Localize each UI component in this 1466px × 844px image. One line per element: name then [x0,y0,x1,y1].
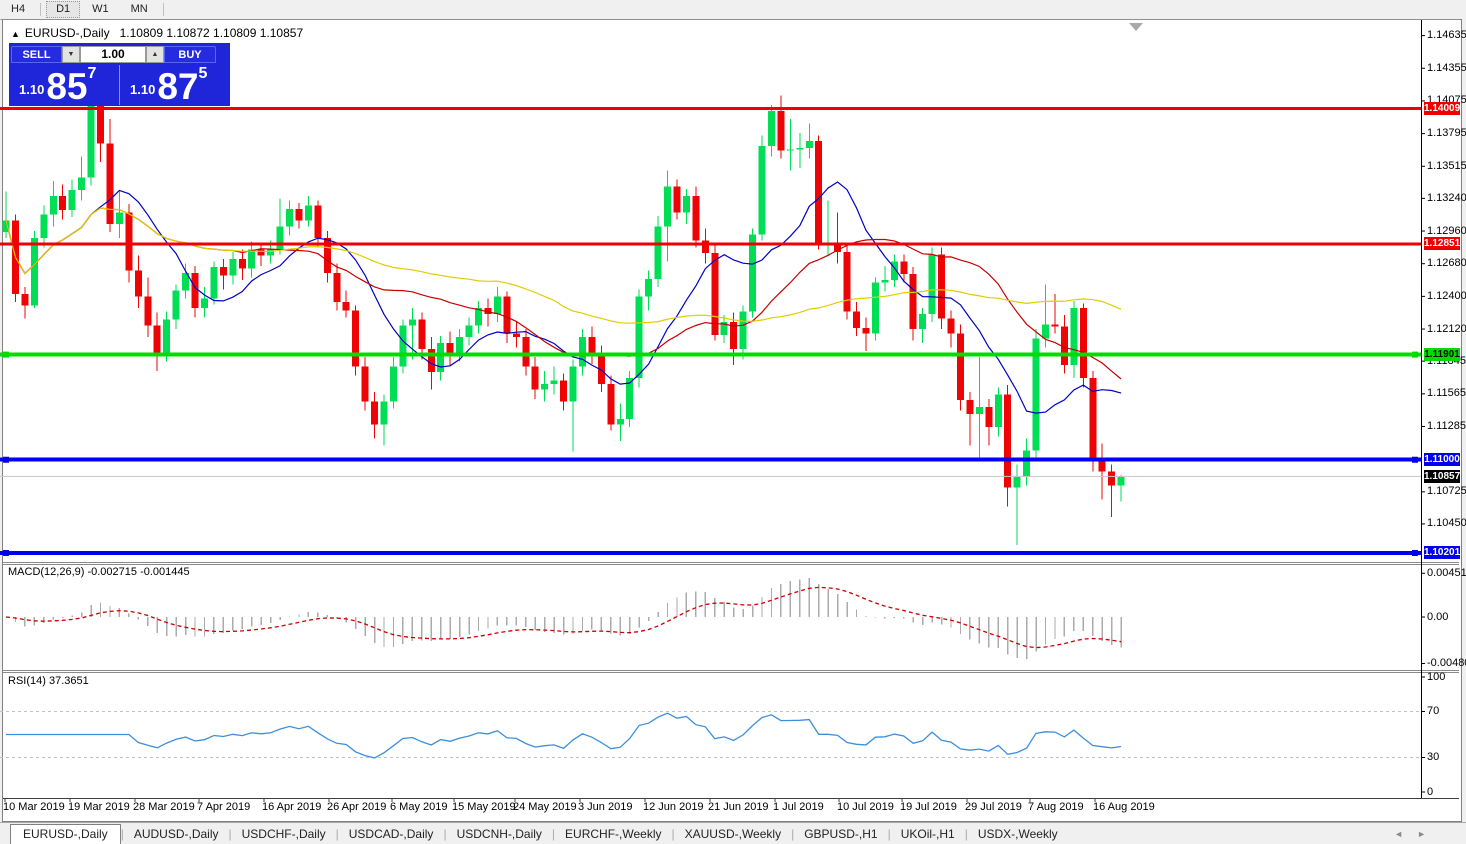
date-label: 10 Jul 2019 [837,801,894,813]
macd-axis-label: 0.004517 [1427,566,1466,579]
rsi-axis-label: 100 [1427,670,1446,683]
macd-axis-label: -0.004806 [1427,657,1466,670]
date-label: 21 Jun 2019 [708,801,769,813]
date-label: 16 Aug 2019 [1093,801,1155,813]
macd-indicator-label: MACD(12,26,9) -0.002715 -0.001445 [8,566,190,578]
chart-symbol-label: EURUSD-,Daily [24,26,110,40]
macd-axis-label: 0.00 [1427,610,1449,623]
price-tick-label: 1.13240 [1427,191,1466,204]
level-price-badge: 1.11000 [1424,453,1460,467]
rsi-axis-label: 70 [1427,705,1440,717]
chart-canvas[interactable] [0,0,1466,844]
date-label: 19 Jul 2019 [900,801,957,813]
price-tick-label: 1.14355 [1427,61,1466,74]
level-price-badge: 1.14009 [1424,102,1461,116]
sell-price-pip: 7 [87,65,97,82]
price-tick-label: 1.12960 [1427,224,1466,237]
price-tick-label: 1.12680 [1427,257,1466,270]
price-tick-label: 1.10725 [1427,485,1466,498]
date-label: 1 Jul 2019 [773,801,824,813]
price-tick-label: 1.14635 [1427,29,1466,42]
level-price-badge: 1.11901 [1424,348,1460,362]
date-label: 28 Mar 2019 [133,801,195,813]
level-price-badge: 1.12851 [1424,237,1461,251]
volume-increase-button[interactable]: ▲ [146,46,164,63]
rsi-axis-label: 0 [1427,785,1434,798]
date-label: 19 Mar 2019 [68,801,130,813]
sell-price-main: 85 [46,66,88,107]
current-price-badge: 1.10857 [1424,469,1461,483]
level-price-badge: 1.10201 [1424,546,1461,560]
date-label: 16 Apr 2019 [262,801,322,813]
date-label: 7 Apr 2019 [197,801,251,813]
date-label: 7 Aug 2019 [1028,801,1084,813]
trading-terminal-window: H4 D1 W1 MN ▲ EURUSD-,Daily 1.10809 1.1087… [0,0,1466,844]
date-label: 10 Mar 2019 [3,801,65,813]
chart-title: ▲ EURUSD-,Daily 1.10809 1.10872 1.10809 1.… [11,26,303,40]
autoscroll-anchor-icon[interactable] [1129,23,1143,31]
price-tick-label: 1.12120 [1427,322,1466,335]
chart-ohlc-values: 1.10809 1.10872 1.10809 1.10857 [119,26,304,40]
date-label: 26 Apr 2019 [327,801,387,813]
price-tick-label: 1.10450 [1427,517,1466,530]
date-label: 24 May 2019 [513,801,577,813]
collapse-triangle-icon[interactable]: ▲ [11,29,20,39]
rsi-axis-label: 30 [1427,751,1440,763]
date-label: 6 May 2019 [390,801,448,813]
price-tick-label: 1.13795 [1427,127,1466,140]
volume-input[interactable]: 1.00 [80,46,146,63]
date-label: 12 Jun 2019 [643,801,704,813]
price-tick-label: 1.11565 [1427,387,1466,400]
date-label: 29 Jul 2019 [965,801,1022,813]
buy-price-prefix: 1.10 [130,82,156,97]
buy-button[interactable]: BUY [164,46,216,63]
price-tick-label: 1.11285 [1427,419,1466,432]
price-tick-label: 1.13515 [1427,159,1466,172]
rsi-indicator-label: RSI(14) 37.3651 [8,675,89,687]
sell-price-display[interactable]: 1.10 85 7 [9,65,120,105]
date-label: 15 May 2019 [452,801,516,813]
one-click-trading-panel: SELL ▼ 1.00 ▲ BUY 1.10 85 7 1.10 87 5 [9,43,230,106]
buy-price-pip: 5 [198,65,208,82]
price-tick-label: 1.12400 [1427,289,1466,302]
sell-button[interactable]: SELL [11,46,62,63]
buy-price-main: 87 [157,66,199,107]
sell-price-prefix: 1.10 [19,82,45,97]
date-label: 3 Jun 2019 [578,801,633,813]
volume-decrease-button[interactable]: ▼ [62,46,80,63]
buy-price-display[interactable]: 1.10 87 5 [120,65,230,105]
